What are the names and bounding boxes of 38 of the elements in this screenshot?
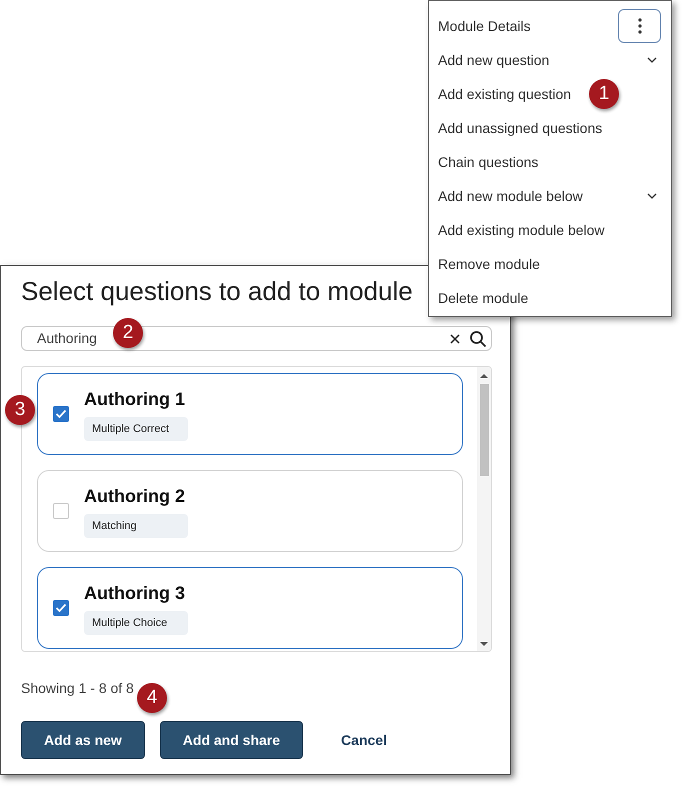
checkbox[interactable]	[53, 406, 69, 422]
check-icon	[55, 603, 67, 613]
question-type-tag: Multiple Correct	[84, 417, 188, 441]
chevron-down-icon	[647, 193, 657, 199]
cancel-button[interactable]: Cancel	[318, 721, 410, 759]
menu-item[interactable]: Add unassigned questions	[438, 118, 602, 138]
question-title: Authoring 3	[84, 582, 185, 605]
question-card[interactable]: Authoring 3 Multiple Choice	[37, 567, 463, 649]
question-card[interactable]: Authoring 1 Multiple Correct	[37, 373, 463, 455]
menu-item[interactable]: Chain questions	[438, 152, 538, 172]
scrollbar[interactable]	[477, 367, 491, 651]
search-icon[interactable]	[469, 330, 487, 348]
checkbox[interactable]	[53, 600, 69, 616]
question-type-tag: Multiple Choice	[84, 611, 188, 635]
question-card[interactable]: Authoring 2 Matching	[37, 470, 463, 552]
checkbox[interactable]	[53, 503, 69, 519]
menu-item[interactable]: Add new question	[438, 50, 550, 70]
close-icon[interactable]	[449, 332, 461, 344]
question-title: Authoring 2	[84, 485, 185, 508]
scroll-down-icon[interactable]	[480, 641, 488, 647]
more-options-button[interactable]	[618, 9, 661, 43]
action-button[interactable]: Add and share	[160, 721, 304, 759]
action-button[interactable]: Add as new	[21, 721, 145, 759]
menu-item[interactable]: Remove module	[438, 254, 540, 274]
chevron-down-icon	[647, 57, 657, 63]
scroll-up-icon[interactable]	[480, 373, 488, 379]
result-count: Showing 1 - 8 of 8	[21, 679, 134, 698]
menu-item[interactable]: Module Details	[438, 16, 531, 36]
kebab-icon	[638, 18, 642, 34]
scrollbar-thumb[interactable]	[480, 384, 488, 476]
question-title: Authoring 1	[84, 388, 185, 411]
dialog-title: Select questions to add to module	[21, 275, 413, 308]
menu-item[interactable]: Add existing module below	[438, 220, 605, 240]
menu-item[interactable]: Add existing question	[438, 84, 572, 104]
menu-item[interactable]: Add new module below	[438, 186, 583, 206]
check-icon	[55, 409, 67, 419]
question-type-tag: Matching	[84, 514, 188, 538]
menu-item[interactable]: Delete module	[438, 288, 528, 308]
